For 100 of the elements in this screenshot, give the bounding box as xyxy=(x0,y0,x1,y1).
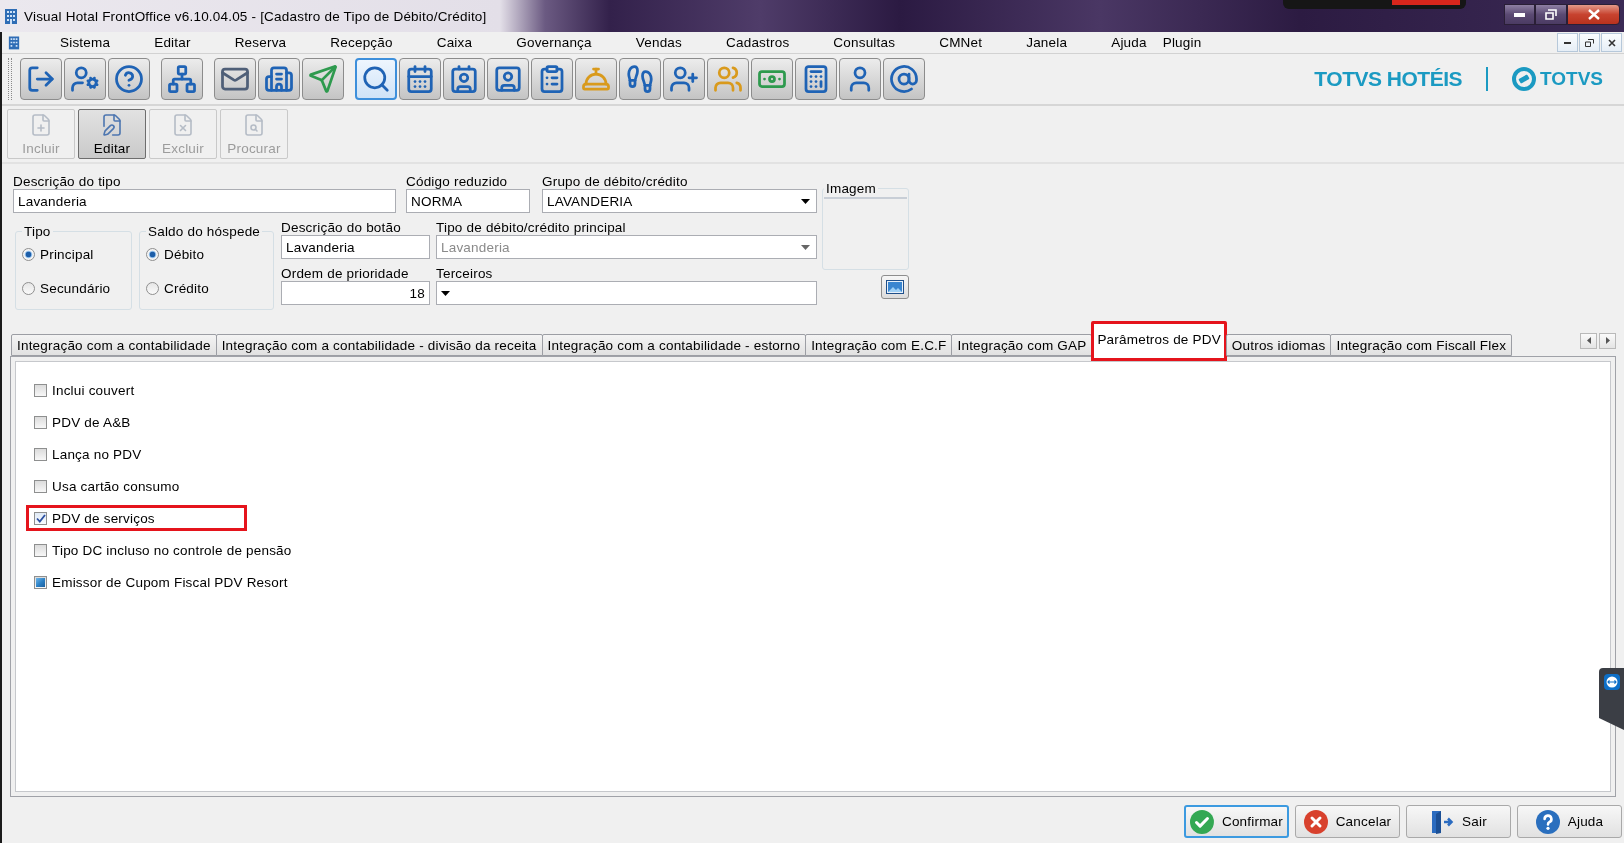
toolbar-button[interactable] xyxy=(531,58,573,100)
caret-icon xyxy=(801,244,810,250)
dialog-button[interactable]: Sair xyxy=(1406,805,1511,838)
menu-item[interactable]: Caixa xyxy=(414,33,495,52)
toolbar-button[interactable] xyxy=(302,58,344,100)
user-gear-icon xyxy=(70,64,100,94)
text-field[interactable]: Lavanderia xyxy=(13,189,396,213)
radio-button[interactable] xyxy=(146,281,159,295)
building-icon xyxy=(264,64,294,94)
exit-door-icon xyxy=(1430,808,1455,835)
dialog-button[interactable]: Ajuda xyxy=(1517,805,1622,838)
checkbox-label: Tipo DC incluso no controle de pensão xyxy=(52,542,292,558)
toolbar-button[interactable] xyxy=(575,58,617,100)
toolbar-button[interactable] xyxy=(20,58,62,100)
checkbox-label: PDV de serviços xyxy=(52,510,155,526)
dropdown-field[interactable] xyxy=(436,281,817,305)
tab[interactable]: Outros idiomas xyxy=(1225,334,1332,356)
scroll-left-button[interactable] xyxy=(1580,332,1597,349)
checkbox[interactable] xyxy=(34,543,47,557)
menu-item[interactable]: Editar xyxy=(132,33,213,52)
toolbar-button[interactable] xyxy=(795,58,837,100)
checkbox[interactable] xyxy=(34,447,47,461)
menu-item[interactable]: Vendas xyxy=(613,33,704,52)
dialog-button[interactable]: Cancelar xyxy=(1295,805,1400,838)
tab[interactable]: Integração com a contabilidade - estorno xyxy=(541,334,807,356)
checkbox[interactable] xyxy=(34,479,47,493)
toolbar-button[interactable] xyxy=(443,58,485,100)
menu-item[interactable]: Governança xyxy=(494,33,614,52)
field-label: Tipo de débito/crédito principal xyxy=(436,220,627,235)
close-button[interactable] xyxy=(1567,4,1620,25)
help-icon xyxy=(1535,809,1560,834)
menu-item[interactable]: Recepção xyxy=(308,33,415,52)
restore-button[interactable] xyxy=(1535,4,1567,25)
radio-button[interactable] xyxy=(146,247,159,261)
scroll-right-button[interactable] xyxy=(1599,332,1616,349)
toolbar-button[interactable] xyxy=(64,58,106,100)
user-plus-icon xyxy=(669,64,699,94)
minimize-icon xyxy=(1514,12,1525,17)
tab[interactable]: Integração com a contabilidade xyxy=(11,334,217,356)
window-title: Visual Hotal FrontOffice v6.10.04.05 - [Cadastro de Tipo de Débito/Crédito] xyxy=(24,8,487,24)
checkbox[interactable] xyxy=(34,415,47,429)
tab[interactable]: Integração com E.C.F xyxy=(805,334,953,356)
tab[interactable]: Integração com GAP xyxy=(951,334,1093,356)
text-field[interactable]: 18 xyxy=(281,281,430,305)
tab[interactable]: Parâmetros de PDV xyxy=(1091,321,1227,361)
caret-icon xyxy=(441,290,450,296)
menu-item[interactable]: Ajuda xyxy=(1089,33,1155,52)
brand-logo-text: TOTVS xyxy=(1540,68,1603,90)
menu-item[interactable]: Reserva xyxy=(212,33,309,52)
minimize-icon xyxy=(1564,41,1571,44)
field-label: Grupo de débito/crédito xyxy=(542,174,689,189)
radio-label: Crédito xyxy=(164,280,209,296)
toolbar-button[interactable] xyxy=(883,58,925,100)
toolbar-button[interactable] xyxy=(258,58,300,100)
file-search-icon xyxy=(242,113,266,137)
toolbar-button[interactable] xyxy=(161,58,203,100)
toolbar-button[interactable] xyxy=(839,58,881,100)
toolbar-button[interactable] xyxy=(399,58,441,100)
checkbox-label: PDV de A&B xyxy=(52,414,131,430)
tab[interactable]: Integração com Fiscall Flex xyxy=(1330,334,1513,356)
help-icon xyxy=(114,64,144,94)
toolbar-button[interactable] xyxy=(355,58,397,100)
field-label: Código reduzido xyxy=(406,174,509,189)
checkbox[interactable] xyxy=(34,511,47,525)
toolbar-button[interactable] xyxy=(214,58,256,100)
tab[interactable]: Integração com a contabilidade - divisão da receita xyxy=(215,334,543,356)
toolbar-button[interactable] xyxy=(663,58,705,100)
toolbar-button[interactable] xyxy=(487,58,529,100)
action-button[interactable]: Editar xyxy=(78,109,146,159)
close-icon xyxy=(1607,38,1616,47)
menu-item[interactable]: Cadastros xyxy=(704,33,812,52)
menu-item[interactable]: Consultas xyxy=(811,33,918,52)
toolbar-button[interactable] xyxy=(751,58,793,100)
users-icon xyxy=(713,64,743,94)
text-field[interactable]: Lavanderia xyxy=(281,235,430,259)
checkbox-label: Usa cartão consumo xyxy=(52,478,180,494)
menu-item[interactable]: Sistema xyxy=(38,33,133,52)
toolbar-button[interactable] xyxy=(619,58,661,100)
text-field[interactable]: NORMA xyxy=(406,189,530,213)
menu-item[interactable]: Janela xyxy=(1004,33,1090,52)
dialog-button[interactable]: Confirmar xyxy=(1184,805,1289,838)
user-card-icon xyxy=(493,64,523,94)
checkbox-label: Lança no PDV xyxy=(52,446,142,462)
radio-button[interactable] xyxy=(22,281,35,295)
toolbar-button[interactable] xyxy=(108,58,150,100)
field-label: Terceiros xyxy=(436,266,494,281)
minimize-button[interactable] xyxy=(1504,4,1535,25)
checkbox[interactable] xyxy=(34,383,47,397)
toolbar-button[interactable] xyxy=(707,58,749,100)
image-button[interactable] xyxy=(881,275,909,299)
check-circle-icon xyxy=(1190,809,1214,834)
restore-icon xyxy=(1545,9,1557,20)
radio-button[interactable] xyxy=(22,247,35,261)
side-widget-icon[interactable] xyxy=(1597,668,1624,730)
group-title: Tipo xyxy=(23,224,52,239)
menu-item[interactable]: Plugin xyxy=(1154,33,1224,52)
dropdown-field[interactable]: LAVANDERIA xyxy=(542,189,817,213)
group-title: Imagem xyxy=(825,181,877,196)
menu-item[interactable]: CMNet xyxy=(917,33,1005,52)
send-icon xyxy=(308,64,338,94)
